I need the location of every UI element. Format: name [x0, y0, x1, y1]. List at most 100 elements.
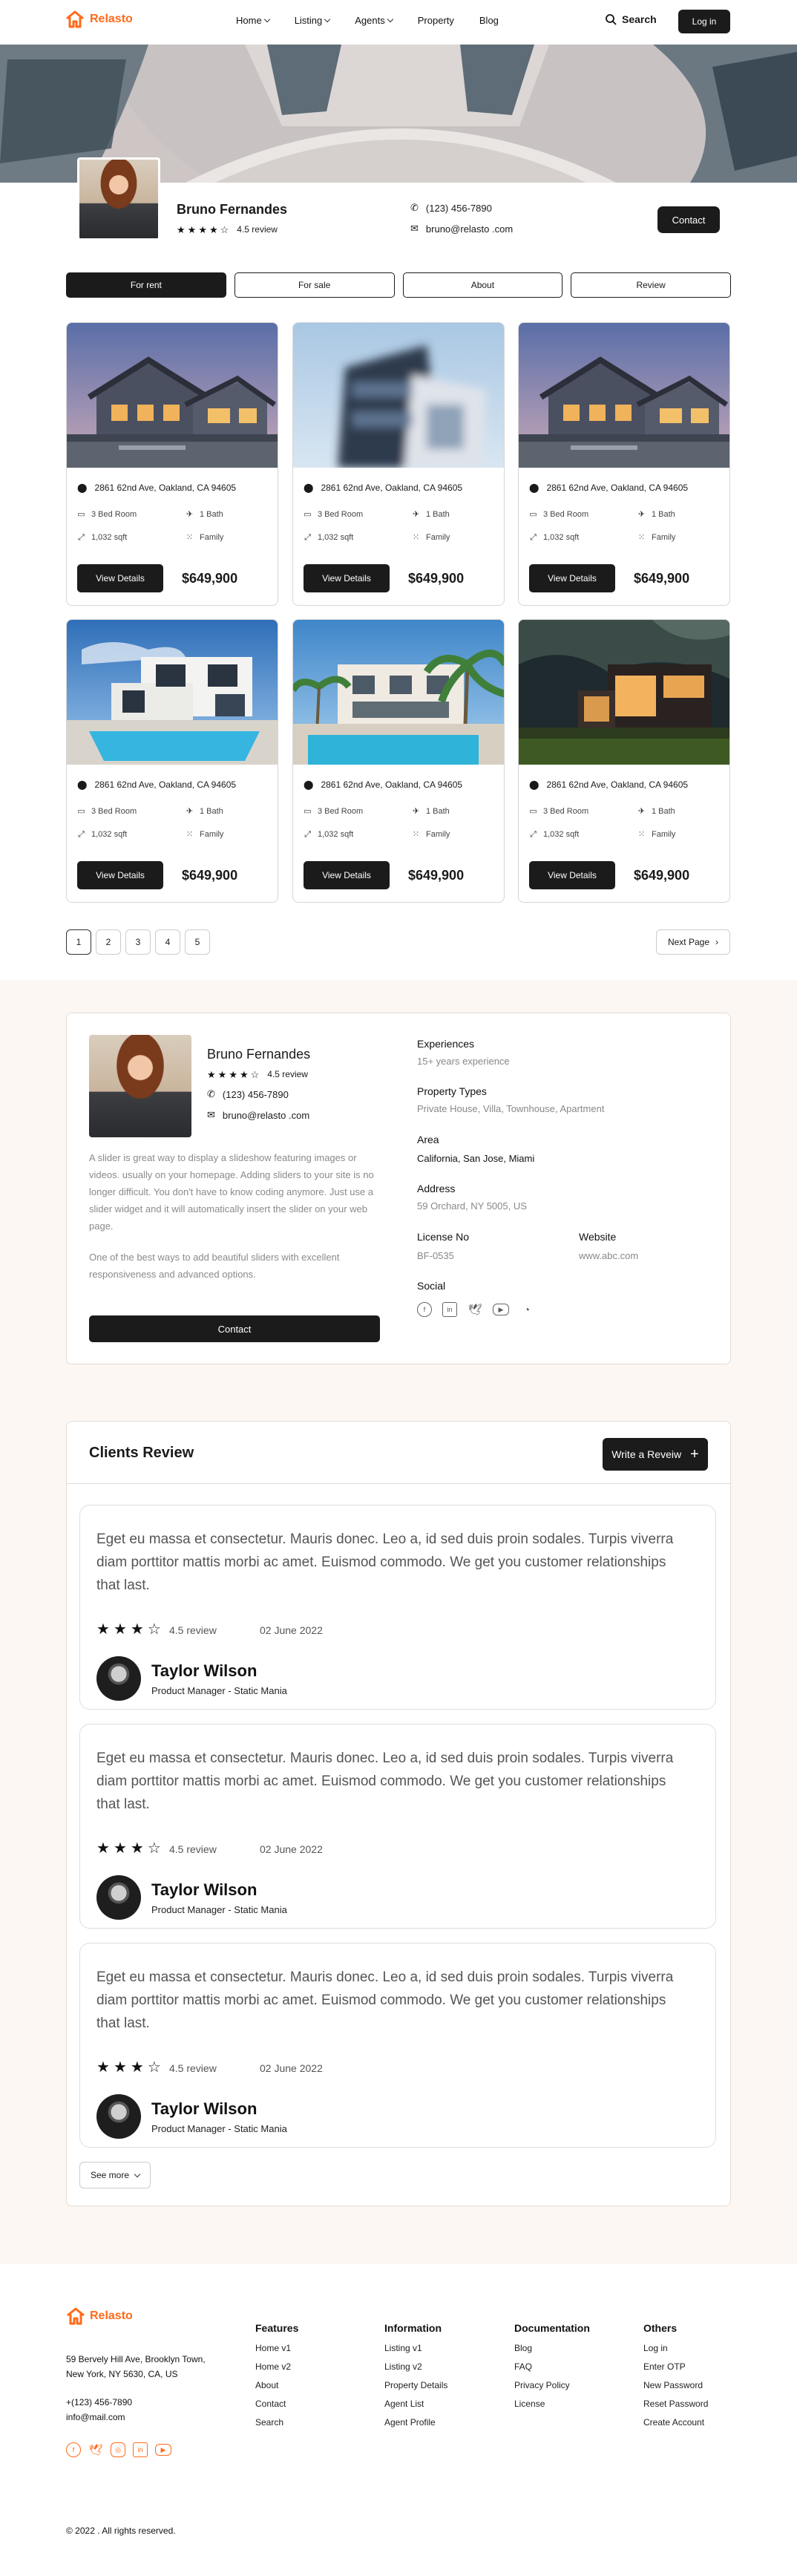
star-filled-icon: ★: [113, 1621, 127, 1638]
search-button[interactable]: Search: [605, 13, 657, 25]
contact-button[interactable]: Contact: [657, 206, 720, 233]
youtube-icon[interactable]: ▶: [155, 2444, 171, 2456]
listing-card[interactable]: ⬤ 2861 62nd Ave, Oakland, CA 94605 ▭ 3 Bed …: [292, 322, 505, 606]
twitter-icon[interactable]: 🕊: [88, 2442, 103, 2457]
footer-link[interactable]: Listing v2: [384, 2361, 447, 2372]
footer-link[interactable]: Property Details: [384, 2380, 447, 2390]
type-feature: ⁙ Family: [186, 830, 224, 839]
facebook-icon[interactable]: f: [66, 2442, 81, 2457]
listing-card[interactable]: ⬤ 2861 62nd Ave, Oakland, CA 94605 ▭ 3 Bed …: [518, 619, 730, 903]
nav-item-home[interactable]: Home: [236, 15, 270, 26]
brand-logo[interactable]: Relasto: [65, 10, 133, 28]
property-image[interactable]: [67, 620, 278, 765]
footer-link[interactable]: New Password: [643, 2380, 708, 2390]
linkedin-icon[interactable]: in: [442, 1302, 457, 1317]
footer-link[interactable]: Listing v1: [384, 2343, 447, 2353]
chevron-down-icon: [263, 16, 270, 23]
social-label: Social: [417, 1280, 446, 1292]
agent-contact-button[interactable]: Contact: [89, 1315, 380, 1342]
write-review-label: Write a Reveiw: [611, 1448, 682, 1460]
property-address-row: ⬤ 2861 62nd Ave, Oakland, CA 94605: [304, 483, 462, 493]
nav-item-listing[interactable]: Listing: [295, 15, 331, 26]
view-details-button[interactable]: View Details: [304, 861, 390, 889]
login-button[interactable]: Log in: [678, 10, 730, 33]
chevron-down-icon: [134, 2171, 141, 2177]
tab-for-sale[interactable]: For sale: [234, 272, 395, 298]
footer-link[interactable]: Home v1: [255, 2343, 298, 2353]
property-image[interactable]: [67, 323, 278, 468]
nav-item-property[interactable]: Property: [418, 15, 454, 26]
next-page-label: Next Page: [667, 937, 710, 947]
area-feature: ⤢ 1,032 sqft: [77, 830, 127, 839]
view-details-button[interactable]: View Details: [529, 861, 615, 889]
see-more-button[interactable]: See more: [79, 2162, 151, 2188]
tab-review[interactable]: Review: [571, 272, 731, 298]
footer-logo[interactable]: Relasto: [66, 2307, 133, 2325]
website-value[interactable]: www.abc.com: [579, 1250, 638, 1261]
house-logo-icon: [67, 2307, 85, 2325]
view-details-button[interactable]: View Details: [304, 564, 390, 592]
footer-link[interactable]: Agent List: [384, 2399, 447, 2409]
page-button-2[interactable]: 2: [96, 929, 121, 955]
property-image[interactable]: [293, 620, 504, 765]
listing-card[interactable]: ⬤ 2861 62nd Ave, Oakland, CA 94605 ▭ 3 Bed …: [66, 322, 278, 606]
beds-value: 3 Bed Room: [91, 807, 137, 816]
property-image[interactable]: [519, 323, 729, 468]
nav-item-blog[interactable]: Blog: [479, 15, 499, 26]
footer-address-line: 59 Bervely Hill Ave, Brooklyn Town,: [66, 2354, 206, 2364]
property-image[interactable]: [293, 323, 504, 468]
view-details-button[interactable]: View Details: [77, 861, 163, 889]
next-page-button[interactable]: Next Page ›: [656, 929, 730, 955]
baths-feature: ✈ 1 Bath: [412, 510, 450, 519]
footer-link[interactable]: About: [255, 2380, 298, 2390]
footer-link[interactable]: Agent Profile: [384, 2417, 447, 2428]
area-value: 1,032 sqft: [91, 533, 128, 542]
facebook-icon[interactable]: f: [417, 1302, 432, 1317]
footer-link[interactable]: Home v2: [255, 2361, 298, 2372]
rss-icon[interactable]: ◔: [519, 1302, 534, 1317]
twitter-icon[interactable]: 🕊: [468, 1302, 482, 1317]
footer-link[interactable]: Reset Password: [643, 2399, 708, 2409]
view-details-button[interactable]: View Details: [77, 564, 163, 592]
reviewer-name: Taylor Wilson: [151, 1880, 258, 1899]
expand-arrows-icon: ⤢: [78, 829, 85, 839]
listing-card[interactable]: ⬤ 2861 62nd Ave, Oakland, CA 94605 ▭ 3 Bed …: [66, 619, 278, 903]
type-feature: ⁙ Family: [637, 533, 676, 542]
expand-arrows-icon: ⤢: [78, 532, 85, 542]
instagram-icon[interactable]: ◎: [111, 2442, 125, 2457]
property-image[interactable]: [519, 620, 729, 765]
listing-card[interactable]: ⬤ 2861 62nd Ave, Oakland, CA 94605 ▭ 3 Bed …: [518, 322, 730, 606]
review-text: Eget eu massa et consectetur. Mauris don…: [96, 1969, 674, 2031]
footer-link[interactable]: FAQ: [514, 2361, 590, 2372]
footer-link[interactable]: Enter OTP: [643, 2361, 708, 2372]
youtube-icon[interactable]: ▶: [493, 1304, 509, 1315]
write-review-button[interactable]: Write a Reveiw +: [603, 1438, 708, 1471]
page-button-1[interactable]: 1: [66, 929, 91, 955]
linkedin-icon[interactable]: in: [133, 2442, 148, 2457]
tab-for-rent[interactable]: For rent: [66, 272, 226, 298]
footer-link[interactable]: Create Account: [643, 2417, 708, 2428]
beds-feature: ▭ 3 Bed Room: [529, 807, 588, 816]
nav-item-agents[interactable]: Agents: [355, 15, 393, 26]
listing-card[interactable]: ⬤ 2861 62nd Ave, Oakland, CA 94605 ▭ 3 Bed …: [292, 619, 505, 903]
view-details-button[interactable]: View Details: [529, 564, 615, 592]
footer-link[interactable]: Privacy Policy: [514, 2380, 590, 2390]
footer-link[interactable]: Contact: [255, 2399, 298, 2409]
tab-about[interactable]: About: [402, 272, 563, 298]
property-address: 2861 62nd Ave, Oakland, CA 94605: [546, 779, 689, 790]
page-button-4[interactable]: 4: [155, 929, 180, 955]
property-address-row: ⬤ 2861 62nd Ave, Oakland, CA 94605: [304, 779, 462, 790]
property-price: $649,900: [634, 868, 690, 883]
expand-arrows-icon: ⤢: [530, 532, 537, 542]
footer-link[interactable]: License: [514, 2399, 590, 2409]
footer-link[interactable]: Blog: [514, 2343, 590, 2353]
page-button-3[interactable]: 3: [125, 929, 151, 955]
nav-label: Blog: [479, 15, 499, 26]
footer-link[interactable]: Search: [255, 2417, 298, 2428]
reviewer-avatar: [96, 1656, 141, 1701]
footer-link[interactable]: Log in: [643, 2343, 708, 2353]
star-filled-icon: ★: [96, 2059, 110, 2076]
page-button-5[interactable]: 5: [185, 929, 210, 955]
review-stars: ★ ★ ★ ☆: [96, 1622, 161, 1637]
reviewer-role: Product Manager - Static Mania: [151, 1904, 287, 1915]
